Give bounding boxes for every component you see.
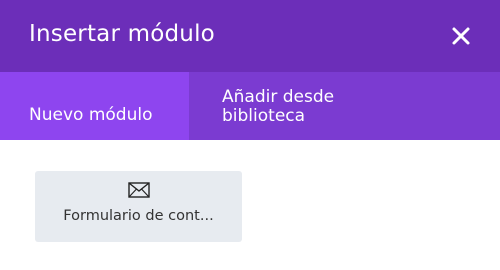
envelope-icon — [128, 182, 150, 198]
close-icon — [446, 21, 476, 51]
tab-new-module-label: Nuevo módulo — [29, 105, 153, 125]
tab-new-module[interactable]: Nuevo módulo — [0, 72, 189, 140]
insert-module-modal: Insertar módulo Nuevo módulo Añadir desd… — [0, 0, 500, 270]
tab-bar: Nuevo módulo Añadir desde biblioteca — [0, 72, 500, 140]
modal-title: Insertar módulo — [29, 21, 215, 47]
tab-add-from-library-label: Añadir desde biblioteca — [222, 87, 335, 126]
close-button[interactable] — [446, 21, 476, 51]
modal-header: Insertar módulo — [0, 0, 500, 72]
module-label: Formulario de cont... — [63, 208, 214, 224]
tab-add-from-library[interactable]: Añadir desde biblioteca — [189, 72, 500, 140]
module-contact-form[interactable]: Formulario de cont... — [35, 171, 242, 242]
